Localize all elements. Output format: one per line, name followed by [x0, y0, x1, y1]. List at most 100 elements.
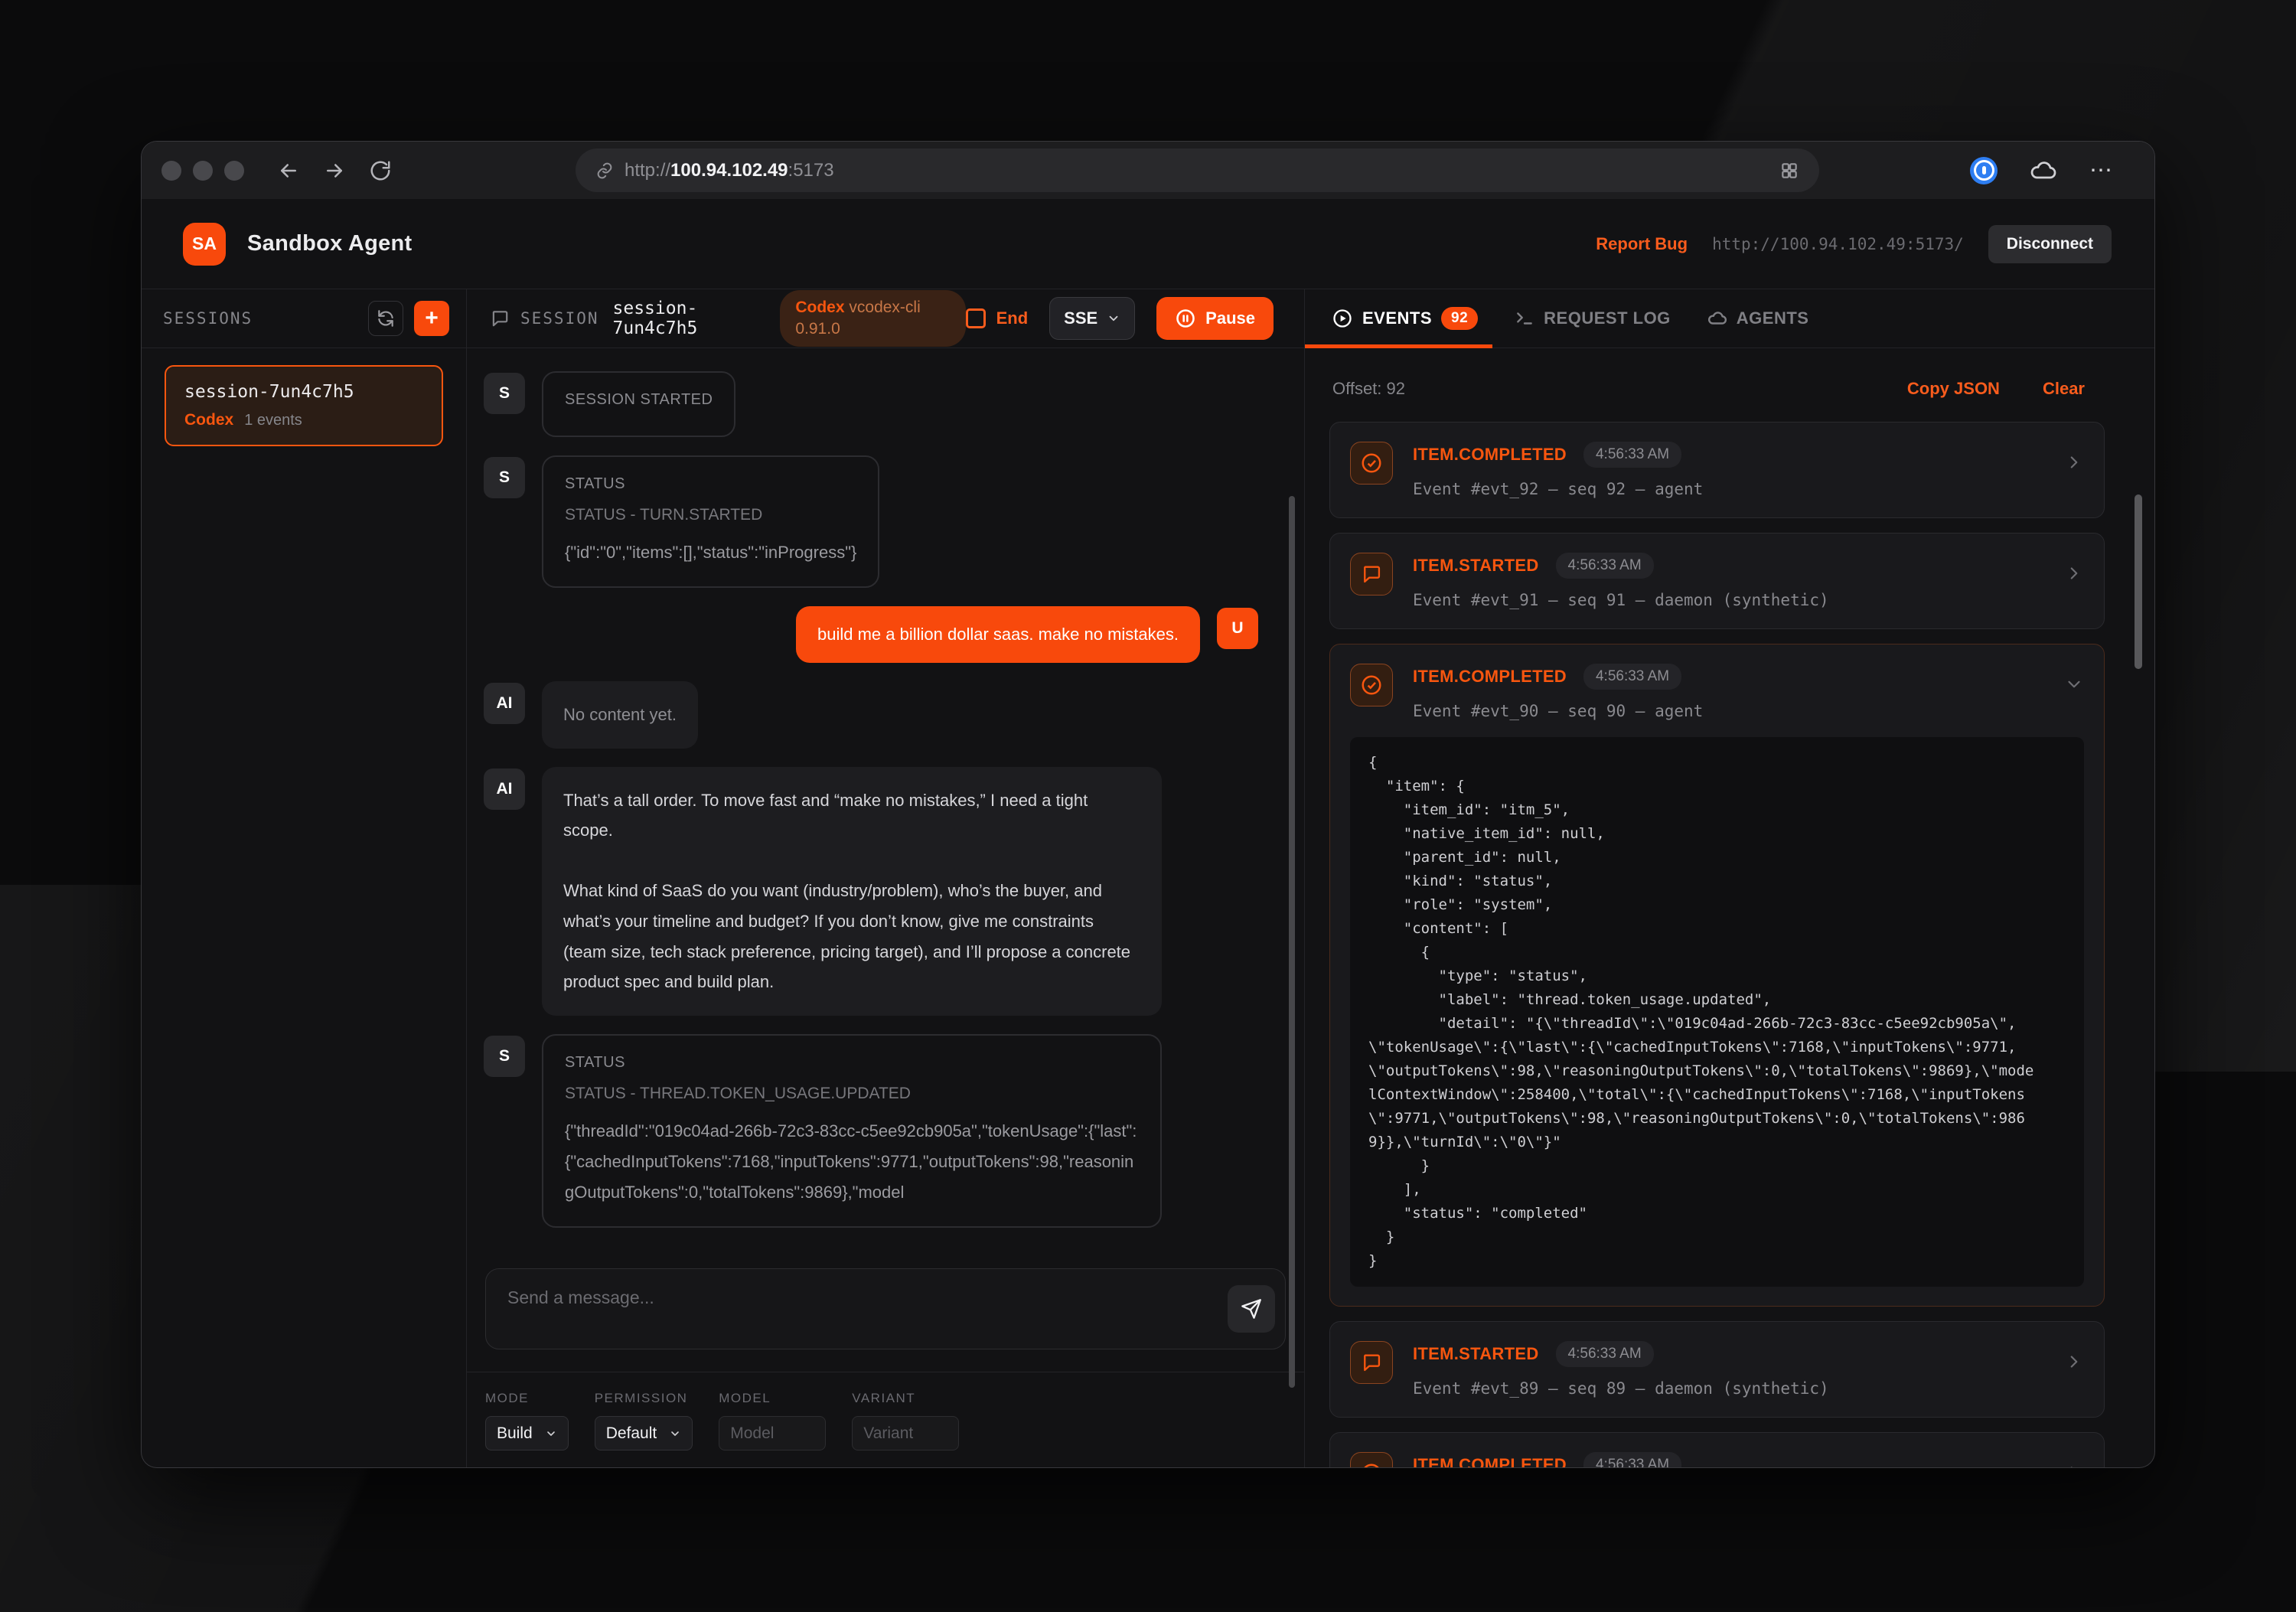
session-id: session-7un4c7h5: [613, 299, 764, 338]
chevron-right-icon[interactable]: [2064, 1352, 2084, 1372]
check-circle-icon: [1350, 664, 1393, 706]
address-bar[interactable]: http://100.94.102.49:5173: [576, 148, 1819, 192]
password-manager-icon[interactable]: [1970, 157, 1998, 184]
assistant-message: AI No content yet.: [484, 681, 1258, 749]
system-message: S SESSION STARTED: [484, 371, 1258, 437]
tab-request-log[interactable]: REQUEST LOG: [1515, 308, 1671, 328]
active-tab-indicator: [1305, 344, 1492, 348]
session-label: SESSION: [520, 309, 599, 328]
send-button[interactable]: [1228, 1285, 1275, 1333]
report-bug-link[interactable]: Report Bug: [1596, 234, 1688, 254]
cloud-icon: [1707, 308, 1727, 328]
app-title: Sandbox Agent: [247, 231, 413, 256]
system-avatar: S: [484, 373, 525, 414]
tab-groups-icon[interactable]: [1779, 161, 1799, 181]
forward-button[interactable]: [321, 157, 348, 184]
model-label: MODEL: [719, 1391, 826, 1406]
refresh-sessions-button[interactable]: [368, 301, 403, 336]
event-list: ITEM.COMPLETED 4:56:33 AM Event #evt_92 …: [1329, 422, 2105, 1467]
session-list-item[interactable]: session-7un4c7h5 Codex 1 events: [165, 365, 443, 446]
events-panel: EVENTS 92 REQUEST LOG AGENTS Offset: 92: [1305, 289, 2154, 1467]
event-card[interactable]: ITEM.COMPLETED 4:56:33 AM Event #evt_92 …: [1329, 422, 2105, 518]
session-agent: Codex: [184, 411, 233, 429]
url-text: http://100.94.102.49:5173: [625, 160, 834, 181]
assistant-message: AI That’s a tall order. To move fast and…: [484, 767, 1258, 1016]
pause-button[interactable]: Pause: [1156, 297, 1274, 340]
back-button[interactable]: [275, 157, 302, 184]
sessions-sidebar: SESSIONS + session-7un4c7h5 Codex 1 even…: [142, 289, 467, 1467]
event-summary: Event #evt_91 – seq 91 – daemon (synthet…: [1413, 591, 2053, 609]
disconnect-button[interactable]: Disconnect: [1988, 225, 2112, 263]
chat-bubble-icon: [1350, 553, 1393, 596]
event-type: ITEM.COMPLETED: [1413, 1455, 1567, 1467]
event-type: ITEM.COMPLETED: [1413, 445, 1567, 465]
check-circle-icon: [1350, 1452, 1393, 1467]
play-circle-icon: [1332, 308, 1353, 329]
event-card[interactable]: ITEM.COMPLETED 4:56:33 AM Event #evt_88 …: [1329, 1432, 2105, 1467]
zoom-window-button[interactable]: [224, 161, 244, 181]
tab-agents[interactable]: AGENTS: [1707, 308, 1809, 328]
event-time-badge: 4:56:33 AM: [1556, 553, 1654, 579]
mode-select[interactable]: Build: [485, 1416, 569, 1450]
event-card-expanded[interactable]: ITEM.COMPLETED 4:56:33 AM Event #evt_90 …: [1329, 644, 2105, 1307]
permission-label: PERMISSION: [595, 1391, 693, 1406]
events-list-container: Offset: 92 Copy JSON Clear ITEM.COMPLE: [1305, 348, 2154, 1467]
chat-scrollbar[interactable]: [1289, 496, 1295, 1388]
cloud-icon[interactable]: [2030, 157, 2057, 184]
events-count-badge: 92: [1441, 307, 1478, 330]
tab-events[interactable]: EVENTS 92: [1332, 307, 1478, 330]
event-type: ITEM.COMPLETED: [1413, 667, 1567, 687]
variant-input[interactable]: [852, 1416, 959, 1450]
terminal-icon: [1515, 308, 1534, 328]
message-composer: [485, 1268, 1286, 1353]
end-session-checkbox[interactable]: End: [966, 308, 1029, 328]
pause-circle-icon: [1175, 308, 1196, 329]
server-url: http://100.94.102.49:5173/: [1712, 235, 1964, 253]
event-summary: Event #evt_92 – seq 92 – agent: [1413, 480, 2053, 498]
check-circle-icon: [1350, 442, 1393, 485]
chevron-right-icon[interactable]: [2064, 452, 2084, 472]
agent-version-badge: Codex vcodex-cli 0.91.0: [780, 290, 965, 348]
transport-select[interactable]: SSE: [1049, 297, 1135, 340]
new-session-button[interactable]: +: [414, 301, 449, 336]
events-offset: Offset: 92: [1332, 379, 1405, 399]
event-time-badge: 4:56:33 AM: [1583, 664, 1681, 690]
chevron-down-icon[interactable]: [2064, 674, 2084, 694]
chevron-right-icon[interactable]: [2064, 563, 2084, 583]
permission-select[interactable]: Default: [595, 1416, 693, 1450]
event-summary: Event #evt_89 – seq 89 – daemon (synthet…: [1413, 1379, 2053, 1398]
clear-events-button[interactable]: Clear: [2043, 379, 2085, 399]
assistant-avatar: AI: [484, 683, 525, 724]
close-window-button[interactable]: [161, 161, 181, 181]
chat-bubble-icon: [1350, 1341, 1393, 1384]
window-traffic-lights[interactable]: [161, 161, 244, 181]
chevron-right-icon[interactable]: [2064, 1463, 2084, 1467]
variant-label: VARIANT: [852, 1391, 959, 1406]
system-status-message: S STATUS STATUS - THREAD.TOKEN_USAGE.UPD…: [484, 1034, 1258, 1228]
session-event-count: 1 events: [244, 412, 302, 429]
system-avatar: S: [484, 1036, 525, 1077]
event-summary: Event #evt_90 – seq 90 – agent: [1413, 702, 2053, 720]
send-icon: [1241, 1298, 1262, 1320]
system-status-message: S STATUS STATUS - TURN.STARTED {"id":"0"…: [484, 455, 1258, 588]
events-scrollbar[interactable]: [2135, 494, 2142, 669]
event-type: ITEM.STARTED: [1413, 1344, 1539, 1364]
reload-button[interactable]: [367, 157, 394, 184]
sessions-title: SESSIONS: [163, 309, 253, 328]
message-input[interactable]: [485, 1268, 1286, 1349]
system-avatar: S: [484, 457, 525, 498]
checkbox-icon[interactable]: [966, 308, 986, 328]
session-name: session-7un4c7h5: [184, 382, 423, 402]
user-message: build me a billion dollar saas. make no …: [484, 606, 1258, 663]
copy-json-button[interactable]: Copy JSON: [1907, 379, 2000, 399]
browser-menu-icon[interactable]: ⋯: [2089, 159, 2115, 182]
event-card[interactable]: ITEM.STARTED 4:56:33 AM Event #evt_89 – …: [1329, 1321, 2105, 1418]
event-time-badge: 4:56:33 AM: [1583, 442, 1681, 468]
minimize-window-button[interactable]: [193, 161, 213, 181]
assistant-avatar: AI: [484, 768, 525, 810]
event-json-payload: { "item": { "item_id": "itm_5", "native_…: [1350, 737, 2084, 1287]
model-input[interactable]: [719, 1416, 826, 1450]
chat-bubble-icon: [490, 308, 510, 328]
app-logo: SA: [183, 223, 226, 266]
event-card[interactable]: ITEM.STARTED 4:56:33 AM Event #evt_91 – …: [1329, 533, 2105, 629]
